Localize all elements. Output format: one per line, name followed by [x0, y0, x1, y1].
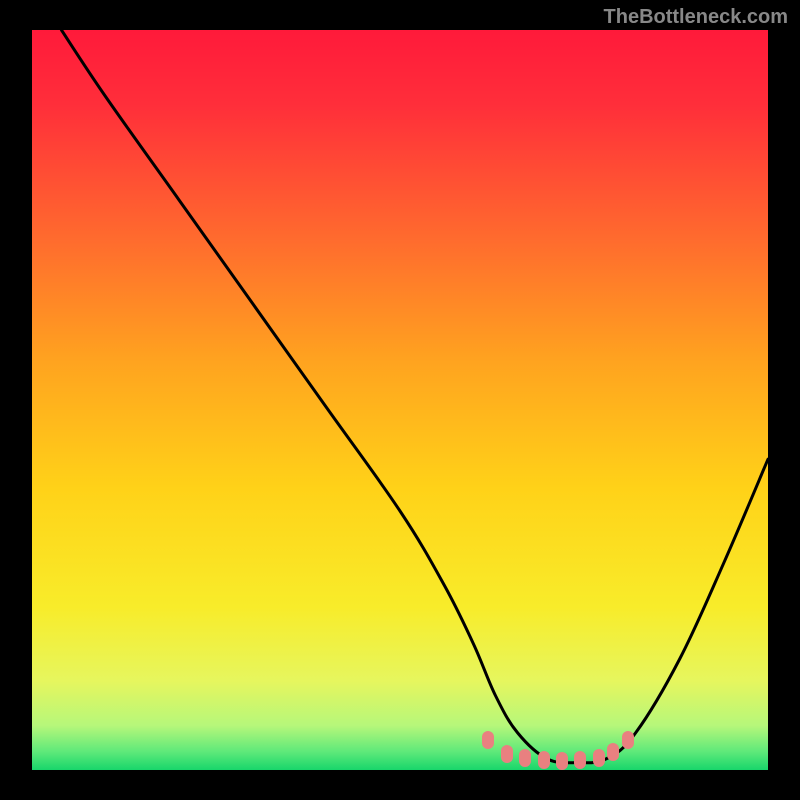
data-marker	[556, 752, 568, 770]
data-marker	[519, 749, 531, 767]
data-marker	[501, 745, 513, 763]
markers-layer	[32, 30, 768, 770]
data-marker	[607, 743, 619, 761]
watermark-text: TheBottleneck.com	[604, 6, 788, 29]
data-marker	[574, 751, 586, 769]
plot-area	[32, 30, 768, 770]
data-marker	[622, 731, 634, 749]
data-marker	[593, 749, 605, 767]
data-marker	[482, 731, 494, 749]
data-marker	[538, 751, 550, 769]
